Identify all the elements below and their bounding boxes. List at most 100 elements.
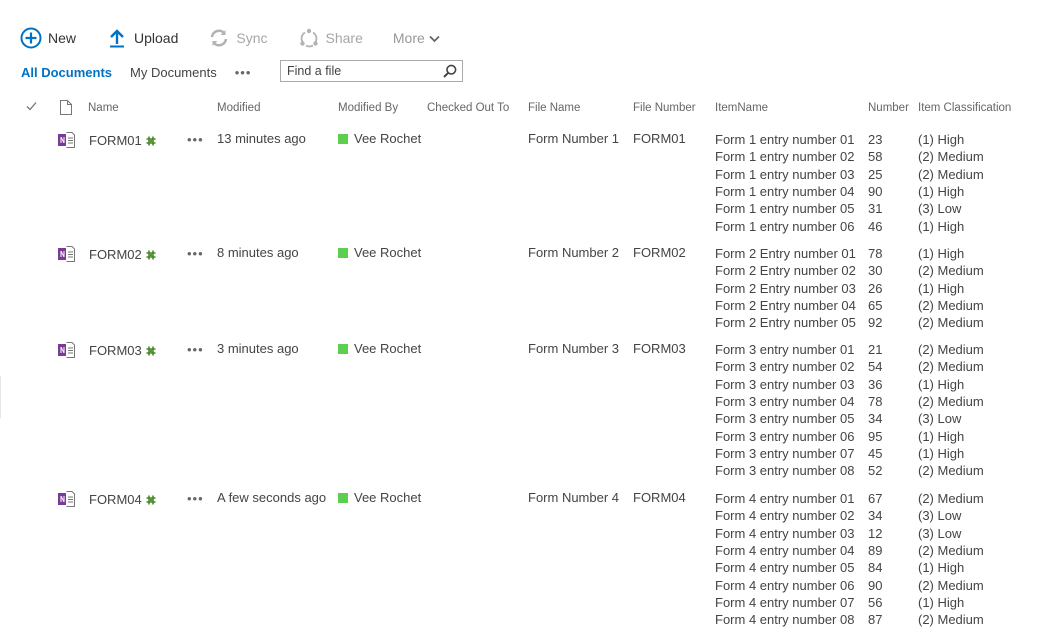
share-button[interactable]: Share (298, 27, 363, 49)
item-name: Form 2 Entry number 04 (715, 297, 856, 313)
item-number: 54 (868, 359, 883, 375)
item-name: Form 2 Entry number 05 (715, 315, 856, 331)
item-classification: (1) High (918, 560, 965, 576)
command-bar: New Upload Sync Share More (20, 24, 470, 52)
new-label: New (48, 30, 77, 46)
new-item-icon (146, 248, 156, 263)
item-name: Form 4 entry number 02 (715, 508, 855, 524)
modified-time: 13 minutes ago (217, 131, 306, 146)
item-classification: (2) Medium (918, 297, 984, 313)
more-views-button[interactable]: ••• (235, 65, 252, 80)
select-all-checkmark-icon[interactable] (26, 101, 37, 114)
column-header-checked-out-to[interactable]: Checked Out To (427, 102, 509, 114)
sync-label: Sync (236, 30, 268, 46)
column-header-file-name[interactable]: File Name (528, 102, 580, 114)
item-name: Form 3 entry number 03 (715, 376, 855, 392)
search-icon[interactable] (443, 64, 457, 78)
item-number: 52 (868, 463, 883, 479)
file-name-field: Form Number 1 (528, 131, 620, 146)
item-classification: (1) High (918, 376, 965, 392)
new-button[interactable]: New (20, 27, 76, 49)
file-type-icon (60, 100, 72, 118)
item-number: 58 (868, 149, 883, 165)
item-number: 84 (868, 560, 883, 576)
item-classification: (2) Medium (918, 263, 984, 279)
plus-circle-icon (20, 27, 42, 49)
sync-button[interactable]: Sync (208, 27, 268, 49)
item-name: Form 1 entry number 02 (715, 149, 855, 165)
item-classification: (2) Medium (918, 491, 984, 506)
item-actions-button[interactable]: ••• (187, 342, 204, 357)
file-name-text: FORM01 (89, 133, 142, 148)
file-name-link[interactable]: FORM01 (89, 133, 156, 149)
item-name: Form 4 entry number 08 (715, 612, 855, 628)
more-button[interactable]: More (393, 30, 440, 46)
modified-by[interactable]: Vee Rochet (338, 341, 421, 356)
file-name-link[interactable]: FORM02 (89, 247, 156, 263)
onenote-file-icon[interactable] (58, 246, 75, 265)
column-header-file-number[interactable]: File Number (633, 102, 696, 114)
item-classification: (1) High (918, 594, 965, 610)
onenote-file-icon[interactable] (58, 491, 75, 510)
column-header-modified-by[interactable]: Modified By (338, 102, 398, 114)
view-all-documents[interactable]: All Documents (21, 65, 112, 80)
item-number: 36 (868, 376, 883, 392)
item-number: 12 (868, 525, 883, 541)
item-name: Form 1 entry number 06 (715, 218, 855, 234)
file-name-link[interactable]: FORM03 (89, 343, 156, 359)
item-name: Form 3 entry number 05 (715, 411, 855, 427)
item-actions-button[interactable]: ••• (187, 246, 204, 261)
item-classification: (3) Low (918, 525, 962, 541)
new-item-icon (146, 493, 156, 508)
item-number: 26 (868, 280, 883, 296)
column-header-item-name[interactable]: ItemName (715, 102, 768, 114)
item-classification: (2) Medium (918, 359, 984, 375)
more-label: More (392, 30, 425, 46)
item-classification: (2) Medium (918, 463, 984, 479)
view-my-documents[interactable]: My Documents (130, 65, 217, 80)
new-item-icon (146, 344, 156, 359)
item-number: 25 (868, 166, 883, 182)
sync-icon (208, 27, 230, 49)
file-name-text: FORM03 (89, 343, 142, 358)
file-name-text: FORM04 (89, 492, 142, 507)
upload-button[interactable]: Upload (106, 27, 178, 49)
file-number-field: FORM03 (633, 341, 686, 356)
item-name: Form 3 entry number 02 (715, 359, 855, 375)
column-header-modified[interactable]: Modified (217, 102, 260, 114)
item-number: 95 (868, 428, 883, 444)
column-header-number[interactable]: Number (868, 102, 909, 114)
item-name: Form 3 entry number 01 (715, 342, 855, 357)
presence-status-icon (338, 248, 348, 258)
file-name-field: Form Number 3 (528, 341, 620, 356)
item-name: Form 1 entry number 03 (715, 166, 855, 182)
modified-time: 3 minutes ago (217, 341, 299, 356)
item-name: Form 1 entry number 01 (715, 132, 855, 147)
modified-by-name: Vee Rochet (354, 131, 422, 146)
onenote-file-icon[interactable] (58, 342, 75, 361)
file-name-text: FORM02 (89, 247, 142, 262)
modified-by[interactable]: Vee Rochet (338, 490, 421, 505)
item-number: 23 (868, 132, 883, 147)
file-name-link[interactable]: FORM04 (89, 492, 156, 508)
column-header-name[interactable]: Name (88, 102, 119, 114)
file-name-field: Form Number 2 (528, 245, 620, 260)
upload-arrow-icon (106, 27, 128, 49)
item-number: 34 (868, 508, 883, 524)
item-name: Form 3 entry number 07 (715, 445, 855, 461)
search-input[interactable] (281, 64, 443, 78)
item-number: 45 (868, 445, 883, 461)
onenote-file-icon[interactable] (58, 132, 75, 151)
modified-by[interactable]: Vee Rochet (338, 131, 421, 146)
modified-time: 8 minutes ago (217, 245, 299, 260)
column-header-item-classification[interactable]: Item Classification (918, 102, 1011, 114)
chevron-down-icon (429, 30, 440, 46)
modified-by[interactable]: Vee Rochet (338, 245, 421, 260)
item-actions-button[interactable]: ••• (187, 132, 204, 147)
item-number: 78 (868, 393, 883, 409)
file-number-field: FORM01 (633, 131, 686, 146)
item-classification: (1) High (918, 132, 965, 147)
item-classification: (2) Medium (918, 542, 984, 558)
item-actions-button[interactable]: ••• (187, 491, 204, 506)
item-name: Form 4 entry number 05 (715, 560, 855, 576)
